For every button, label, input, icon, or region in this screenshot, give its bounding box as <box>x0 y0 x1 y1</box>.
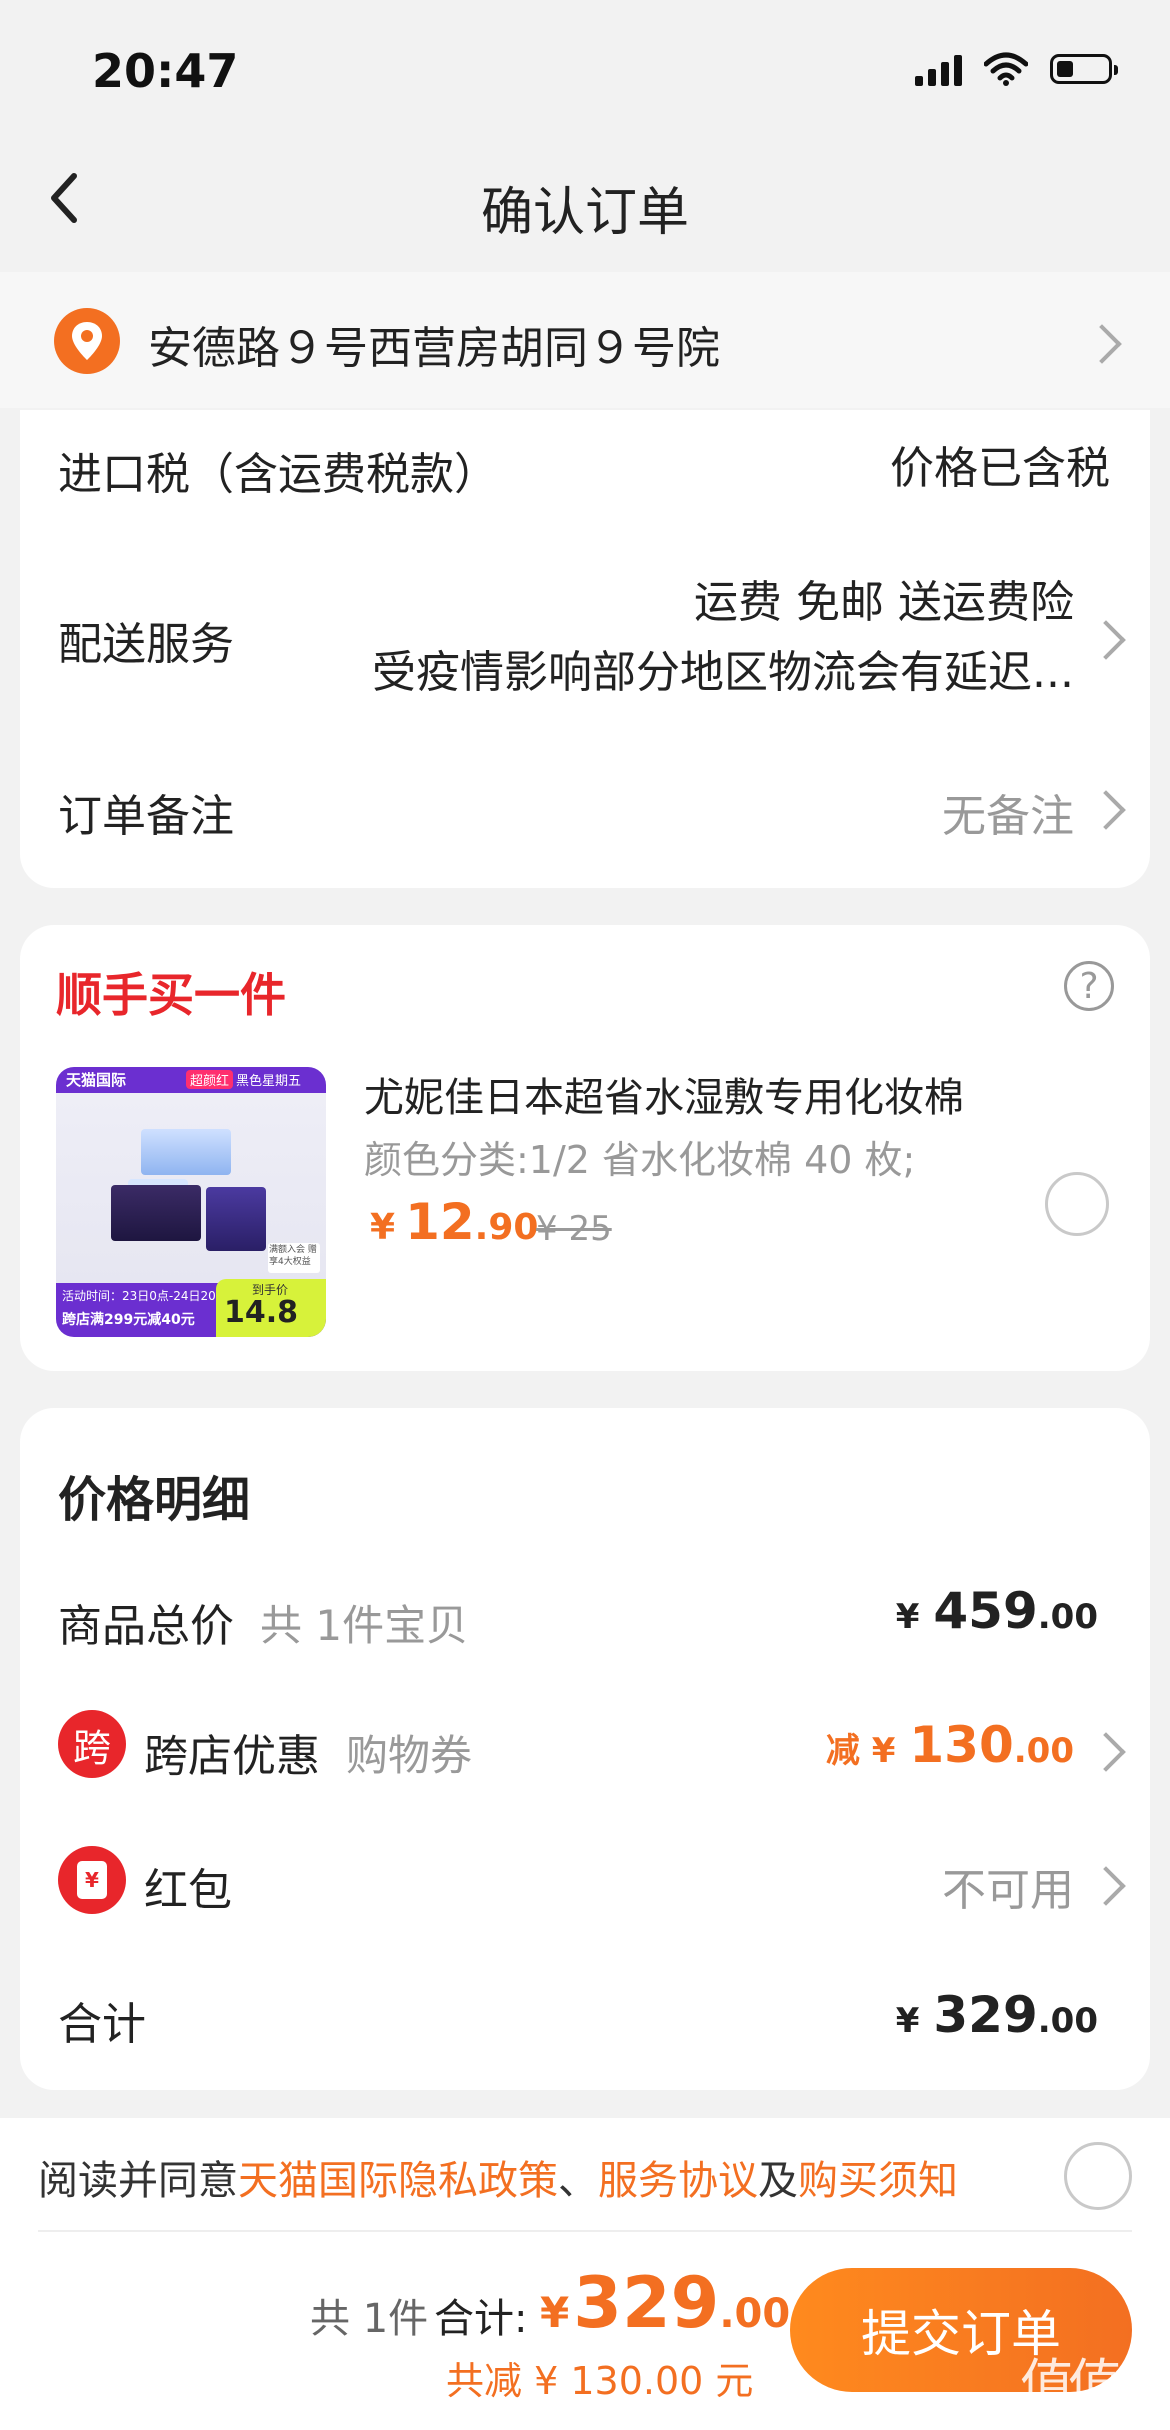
agreement-prefix: 阅读并同意 <box>38 2158 238 2204</box>
wifi-icon <box>984 52 1028 86</box>
red-packet-symbol: ¥ <box>77 1861 107 1899</box>
red-packet-chevron-icon <box>1086 1866 1126 1906</box>
remark-chevron-icon <box>1086 790 1126 830</box>
service-agreement-link[interactable]: 服务协议 <box>598 2158 758 2204</box>
help-icon[interactable]: ? <box>1064 961 1114 1011</box>
subtotal-symbol: ¥ <box>895 2001 920 2041</box>
product-box-3 <box>111 1185 201 1241</box>
agreement-sep: 、 <box>558 2158 598 2204</box>
addon-title: 顺手买一件 <box>56 968 286 1022</box>
agreement-radio[interactable] <box>1064 2142 1132 2210</box>
goods-symbol: ¥ <box>895 1597 920 1637</box>
addon-price: ¥ 12 .90 <box>370 1193 538 1251</box>
page-title: 确认订单 <box>480 183 689 243</box>
footer-total-dec: .00 <box>719 2291 791 2337</box>
purchase-notice-link[interactable]: 购买须知 <box>798 2158 958 2204</box>
privacy-policy-link[interactable]: 天猫国际隐私政策 <box>238 2158 558 2204</box>
addon-product-title[interactable]: 尤妮佳日本超省水湿敷专用化妆棉 <box>364 1065 964 1123</box>
subtotal-label: 合计 <box>58 1999 146 2050</box>
addon-price-int: 12 <box>405 1193 475 1251</box>
footer-saved: 共减 ¥ 130.00 元 <box>446 2359 754 2403</box>
remark-label: 订单备注 <box>58 791 234 842</box>
cross-store-value[interactable]: 减 ¥ 130 .00 <box>826 1716 1074 1774</box>
cross-store-label: 跨店优惠 <box>144 1731 320 1782</box>
subtotal-int: 329 <box>933 1986 1038 2044</box>
addon-orig-price: ¥ 25 <box>536 1209 612 1249</box>
thumb-activity: 活动时间：23日0点-24日20点 <box>62 1289 228 1303</box>
cross-prefix: 减 ¥ <box>825 1731 896 1771</box>
cross-dec: .00 <box>1013 1731 1074 1771</box>
address-text: 安德路９号西营房胡同９号院 <box>148 323 720 374</box>
goods-count: 共 1件宝贝 <box>260 1601 469 1650</box>
thumb-badge2: 黑色星期五 <box>236 1074 302 1089</box>
footer-total-int: 329 <box>573 2262 720 2344</box>
battery-icon <box>1050 54 1118 84</box>
subtotal-dec: .00 <box>1037 2001 1098 2041</box>
agreement-text: 阅读并同意天猫国际隐私政策、服务协议及购买须知 <box>38 2148 958 2206</box>
watermark-url: zhizhizhi.com <box>1026 2404 1135 2423</box>
divider <box>38 2230 1132 2232</box>
status-time: 20:47 <box>92 44 239 98</box>
red-packet-icon: ¥ <box>58 1846 126 1914</box>
footer-total-value: ¥ 329 .00 <box>540 2262 790 2344</box>
red-packet-value[interactable]: 不可用 <box>942 1854 1074 1918</box>
delivery-chevron-icon <box>1086 620 1126 660</box>
product-box-4 <box>206 1187 266 1251</box>
goods-dec: .00 <box>1037 1597 1098 1637</box>
tax-value: 价格已含税 <box>890 443 1110 494</box>
delivery-label: 配送服务 <box>58 619 234 670</box>
addon-select-radio[interactable] <box>1045 1172 1109 1236</box>
thumb-banner-text: 天猫国际 <box>66 1071 127 1089</box>
thumb-final-price: 14.8 <box>224 1295 299 1330</box>
product-box-1 <box>141 1129 231 1175</box>
price-detail-card: 价格明细 商品总价 共 1件宝贝 ¥ 459 .00 跨 跨店优惠 购物券 减 … <box>20 1408 1150 2090</box>
cross-store-icon: 跨 <box>58 1710 126 1778</box>
red-packet-label: 红包 <box>144 1865 232 1916</box>
tax-label: 进口税（含运费税款） <box>58 449 498 500</box>
goods-total-label: 商品总价 <box>58 1601 234 1652</box>
thumb-badge1: 超颜红 <box>186 1070 234 1089</box>
remark-value[interactable]: 无备注 <box>942 780 1074 844</box>
location-pin-icon <box>54 308 120 374</box>
thumb-promo: 跨店满299元减40元 <box>62 1312 195 1328</box>
thumb-gift: 满额入会 赠享4大权益 <box>268 1243 320 1273</box>
cross-store-sub: 购物券 <box>346 1731 473 1780</box>
subtotal-value: ¥ 329 .00 <box>896 1986 1098 2044</box>
goods-total-value: ¥ 459 .00 <box>896 1582 1098 1640</box>
footer-total-symbol: ¥ <box>540 2288 570 2337</box>
addon-card: 顺手买一件 ? 天猫国际 超颜红 黑色星期五 满额入会 赠享4大权益 活动时间：… <box>20 925 1150 1371</box>
footer-total-label: 合计: <box>434 2296 528 2342</box>
cross-store-chevron-icon <box>1086 1732 1126 1772</box>
goods-int: 459 <box>933 1582 1038 1640</box>
status-icons <box>915 52 1118 86</box>
price-detail-title: 价格明细 <box>58 1472 251 1528</box>
delivery-line2[interactable]: 受疫情影响部分地区物流会有延迟... <box>372 636 1074 700</box>
product-thumbnail[interactable]: 天猫国际 超颜红 黑色星期五 满额入会 赠享4大权益 活动时间：23日0点-24… <box>56 1067 326 1337</box>
signal-icon <box>915 52 962 86</box>
agreement-and: 及 <box>758 2158 798 2204</box>
footer-count: 共 1件 <box>310 2296 429 2342</box>
cross-int: 130 <box>909 1716 1014 1774</box>
addon-price-symbol: ¥ <box>370 1207 396 1248</box>
addon-product-spec: 颜色分类:1/2 省水化妆棉 40 枚; <box>364 1138 916 1182</box>
order-info-card: 进口税（含运费税款） 价格已含税 配送服务 运费 免邮 送运费险 受疫情影响部分… <box>20 410 1150 888</box>
delivery-line1[interactable]: 运费 免邮 送运费险 <box>694 566 1074 630</box>
addon-price-dec: .90 <box>474 1207 539 1248</box>
